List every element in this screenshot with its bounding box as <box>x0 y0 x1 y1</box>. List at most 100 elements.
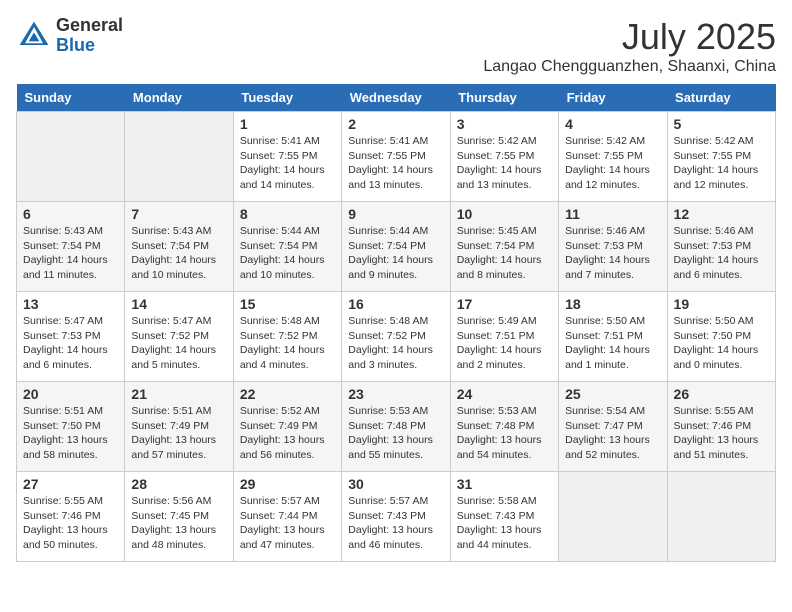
day-number: 9 <box>348 206 443 222</box>
calendar-day-cell <box>125 112 233 202</box>
location-title: Langao Chengguanzhen, Shaanxi, China <box>483 58 776 76</box>
day-info: Sunrise: 5:43 AM Sunset: 7:54 PM Dayligh… <box>23 224 118 283</box>
logo-icon <box>16 18 52 54</box>
day-number: 1 <box>240 116 335 132</box>
day-number: 12 <box>674 206 769 222</box>
day-info: Sunrise: 5:51 AM Sunset: 7:49 PM Dayligh… <box>131 404 226 463</box>
calendar-day-cell: 12 Sunrise: 5:46 AM Sunset: 7:53 PM Dayli… <box>667 202 775 292</box>
calendar-week-row: 6 Sunrise: 5:43 AM Sunset: 7:54 PM Daylig… <box>17 202 776 292</box>
day-number: 26 <box>674 386 769 402</box>
day-number: 27 <box>23 476 118 492</box>
calendar-day-cell: 8Sunrise: 5:44 AM Sunset: 7:54 PM Daylig… <box>233 202 341 292</box>
calendar-day-cell: 10 Sunrise: 5:45 AM Sunset: 7:54 PM Dayli… <box>450 202 558 292</box>
calendar-day-cell: 30Sunrise: 5:57 AM Sunset: 7:43 PM Dayli… <box>342 472 450 562</box>
day-info: Sunrise: 5:51 AM Sunset: 7:50 PM Dayligh… <box>23 404 118 463</box>
weekday-header-friday: Friday <box>559 84 667 112</box>
day-info: Sunrise: 5:47 AM Sunset: 7:53 PM Dayligh… <box>23 314 118 373</box>
page-header: General Blue July 2025 Langao Chengguanz… <box>16 16 776 76</box>
calendar-day-cell: 29 Sunrise: 5:57 AM Sunset: 7:44 PM Dayli… <box>233 472 341 562</box>
day-number: 17 <box>457 296 552 312</box>
calendar-day-cell <box>17 112 125 202</box>
calendar-week-row: 13 Sunrise: 5:47 AM Sunset: 7:53 PM Dayli… <box>17 292 776 382</box>
day-number: 11 <box>565 206 660 222</box>
day-number: 20 <box>23 386 118 402</box>
day-info: Sunrise: 5:41 AM Sunset: 7:55 PM Dayligh… <box>240 134 335 193</box>
day-info: Sunrise: 5:58 AM Sunset: 7:43 PM Dayligh… <box>457 494 552 553</box>
calendar-day-cell: 9 Sunrise: 5:44 AM Sunset: 7:54 PM Daylig… <box>342 202 450 292</box>
calendar-table: SundayMondayTuesdayWednesdayThursdayFrid… <box>16 84 776 562</box>
day-number: 7 <box>131 206 226 222</box>
day-info: Sunrise: 5:50 AM Sunset: 7:50 PM Dayligh… <box>674 314 769 373</box>
calendar-day-cell: 16 Sunrise: 5:48 AM Sunset: 7:52 PM Dayli… <box>342 292 450 382</box>
calendar-day-cell: 18Sunrise: 5:50 AM Sunset: 7:51 PM Dayli… <box>559 292 667 382</box>
day-number: 16 <box>348 296 443 312</box>
calendar-day-cell: 1 Sunrise: 5:41 AM Sunset: 7:55 PM Daylig… <box>233 112 341 202</box>
calendar-day-cell: 27 Sunrise: 5:55 AM Sunset: 7:46 PM Dayli… <box>17 472 125 562</box>
day-info: Sunrise: 5:41 AM Sunset: 7:55 PM Dayligh… <box>348 134 443 193</box>
day-info: Sunrise: 5:57 AM Sunset: 7:44 PM Dayligh… <box>240 494 335 553</box>
calendar-week-row: 27 Sunrise: 5:55 AM Sunset: 7:46 PM Dayli… <box>17 472 776 562</box>
day-info: Sunrise: 5:48 AM Sunset: 7:52 PM Dayligh… <box>348 314 443 373</box>
day-info: Sunrise: 5:57 AM Sunset: 7:43 PM Dayligh… <box>348 494 443 553</box>
weekday-header-thursday: Thursday <box>450 84 558 112</box>
calendar-day-cell: 21 Sunrise: 5:51 AM Sunset: 7:49 PM Dayli… <box>125 382 233 472</box>
calendar-day-cell: 25 Sunrise: 5:54 AM Sunset: 7:47 PM Dayli… <box>559 382 667 472</box>
calendar-day-cell: 2 Sunrise: 5:41 AM Sunset: 7:55 PM Daylig… <box>342 112 450 202</box>
calendar-day-cell: 5Sunrise: 5:42 AM Sunset: 7:55 PM Daylig… <box>667 112 775 202</box>
day-number: 31 <box>457 476 552 492</box>
day-info: Sunrise: 5:46 AM Sunset: 7:53 PM Dayligh… <box>674 224 769 283</box>
day-number: 4 <box>565 116 660 132</box>
day-info: Sunrise: 5:46 AM Sunset: 7:53 PM Dayligh… <box>565 224 660 283</box>
calendar-day-cell: 13 Sunrise: 5:47 AM Sunset: 7:53 PM Dayli… <box>17 292 125 382</box>
day-number: 18 <box>565 296 660 312</box>
day-number: 6 <box>23 206 118 222</box>
weekday-header-tuesday: Tuesday <box>233 84 341 112</box>
weekday-header-wednesday: Wednesday <box>342 84 450 112</box>
day-info: Sunrise: 5:55 AM Sunset: 7:46 PM Dayligh… <box>674 404 769 463</box>
day-info: Sunrise: 5:42 AM Sunset: 7:55 PM Dayligh… <box>565 134 660 193</box>
calendar-day-cell: 31 Sunrise: 5:58 AM Sunset: 7:43 PM Dayli… <box>450 472 558 562</box>
day-number: 19 <box>674 296 769 312</box>
calendar-day-cell: 20 Sunrise: 5:51 AM Sunset: 7:50 PM Dayli… <box>17 382 125 472</box>
calendar-day-cell: 26 Sunrise: 5:55 AM Sunset: 7:46 PM Dayli… <box>667 382 775 472</box>
day-number: 22 <box>240 386 335 402</box>
calendar-day-cell: 17Sunrise: 5:49 AM Sunset: 7:51 PM Dayli… <box>450 292 558 382</box>
calendar-day-cell: 15Sunrise: 5:48 AM Sunset: 7:52 PM Dayli… <box>233 292 341 382</box>
calendar-day-cell: 6 Sunrise: 5:43 AM Sunset: 7:54 PM Daylig… <box>17 202 125 292</box>
calendar-day-cell: 4 Sunrise: 5:42 AM Sunset: 7:55 PM Daylig… <box>559 112 667 202</box>
logo-blue-text: Blue <box>56 36 123 56</box>
day-info: Sunrise: 5:47 AM Sunset: 7:52 PM Dayligh… <box>131 314 226 373</box>
calendar-day-cell: 24Sunrise: 5:53 AM Sunset: 7:48 PM Dayli… <box>450 382 558 472</box>
calendar-day-cell: 22Sunrise: 5:52 AM Sunset: 7:49 PM Dayli… <box>233 382 341 472</box>
day-info: Sunrise: 5:55 AM Sunset: 7:46 PM Dayligh… <box>23 494 118 553</box>
logo: General Blue <box>16 16 123 56</box>
day-number: 10 <box>457 206 552 222</box>
weekday-header-sunday: Sunday <box>17 84 125 112</box>
calendar-day-cell: 3Sunrise: 5:42 AM Sunset: 7:55 PM Daylig… <box>450 112 558 202</box>
day-info: Sunrise: 5:43 AM Sunset: 7:54 PM Dayligh… <box>131 224 226 283</box>
day-number: 14 <box>131 296 226 312</box>
day-number: 25 <box>565 386 660 402</box>
logo-general-text: General <box>56 16 123 36</box>
day-number: 28 <box>131 476 226 492</box>
day-info: Sunrise: 5:53 AM Sunset: 7:48 PM Dayligh… <box>348 404 443 463</box>
calendar-day-cell <box>667 472 775 562</box>
day-number: 21 <box>131 386 226 402</box>
day-info: Sunrise: 5:53 AM Sunset: 7:48 PM Dayligh… <box>457 404 552 463</box>
month-title: July 2025 <box>483 16 776 58</box>
calendar-day-cell: 28 Sunrise: 5:56 AM Sunset: 7:45 PM Dayli… <box>125 472 233 562</box>
day-number: 29 <box>240 476 335 492</box>
day-info: Sunrise: 5:44 AM Sunset: 7:54 PM Dayligh… <box>348 224 443 283</box>
calendar-day-cell <box>559 472 667 562</box>
day-number: 2 <box>348 116 443 132</box>
day-info: Sunrise: 5:54 AM Sunset: 7:47 PM Dayligh… <box>565 404 660 463</box>
day-number: 13 <box>23 296 118 312</box>
day-info: Sunrise: 5:56 AM Sunset: 7:45 PM Dayligh… <box>131 494 226 553</box>
day-number: 3 <box>457 116 552 132</box>
weekday-header-saturday: Saturday <box>667 84 775 112</box>
title-block: July 2025 Langao Chengguanzhen, Shaanxi,… <box>483 16 776 76</box>
logo-text: General Blue <box>56 16 123 56</box>
calendar-day-cell: 23Sunrise: 5:53 AM Sunset: 7:48 PM Dayli… <box>342 382 450 472</box>
day-info: Sunrise: 5:45 AM Sunset: 7:54 PM Dayligh… <box>457 224 552 283</box>
weekday-header-row: SundayMondayTuesdayWednesdayThursdayFrid… <box>17 84 776 112</box>
